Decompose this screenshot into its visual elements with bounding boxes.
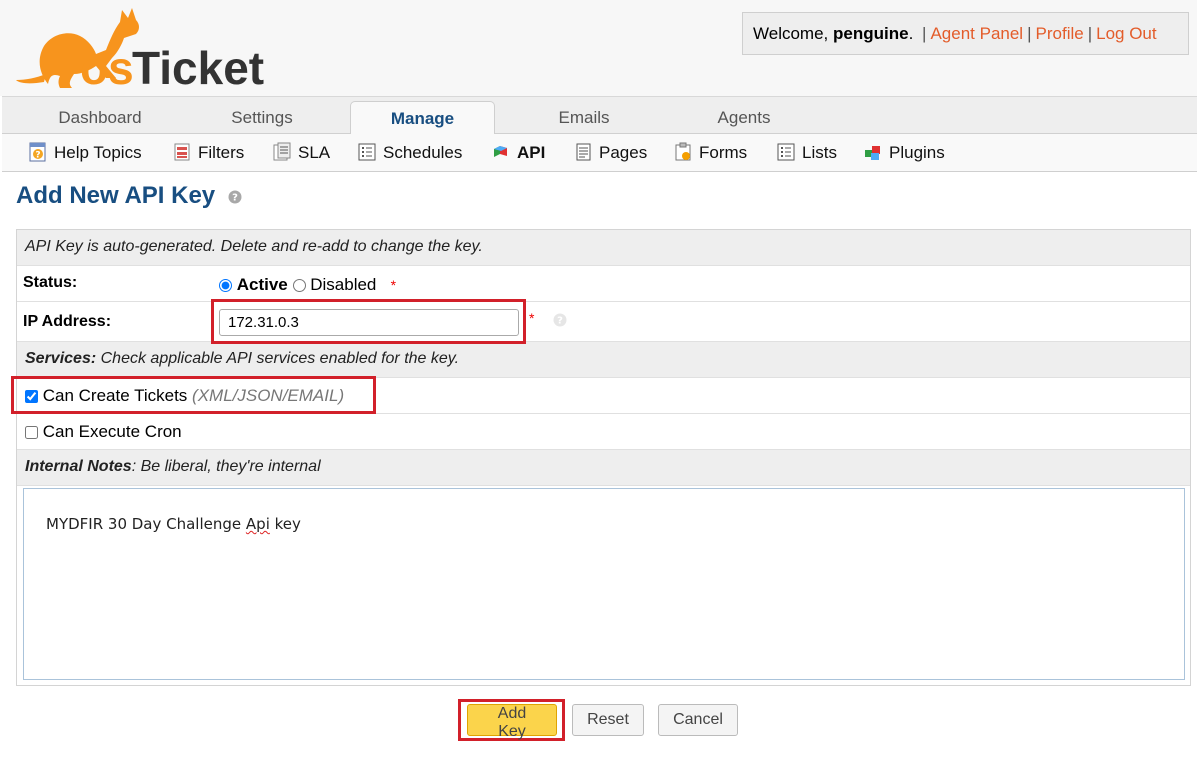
welcome-box: Welcome, penguine. | Agent Panel | Profile |… <box>742 12 1189 55</box>
subnav-sla[interactable]: SLA <box>272 134 330 172</box>
main-nav: Dashboard Settings Manage Emails Agents <box>2 96 1197 136</box>
subnav-label: Plugins <box>889 143 945 162</box>
subnav-label: Forms <box>699 143 748 162</box>
notes-value-misspelled: Api <box>245 515 270 533</box>
subnav-schedules[interactable]: Schedules <box>357 134 462 172</box>
create-tickets-highlight-box <box>11 376 376 414</box>
ip-label: IP Address: <box>23 313 112 330</box>
username: penguine <box>833 24 909 43</box>
tab-emails[interactable]: Emails <box>514 97 654 135</box>
svg-text:?: ? <box>557 316 563 327</box>
notes-value-text-end: key <box>269 515 301 533</box>
subnav-label: Help Topics <box>54 143 142 162</box>
add-key-button[interactable]: Add Key <box>467 704 557 740</box>
status-options: Active Disabled * <box>219 275 396 295</box>
status-disabled-label: Disabled <box>310 275 377 294</box>
separator: | <box>1027 24 1032 43</box>
plugins-icon <box>865 146 880 160</box>
auto-generated-notice: API Key is auto-generated. Delete and re… <box>17 230 1190 266</box>
separator: | <box>922 24 927 43</box>
subnav-pages[interactable]: Pages <box>573 134 647 172</box>
can-execute-cron-checkbox[interactable] <box>25 426 38 439</box>
ip-row: IP Address: * ? <box>17 302 1190 342</box>
subnav-label: Schedules <box>383 143 463 162</box>
logo-ticket-text: Ticket <box>132 42 264 92</box>
subnav-api[interactable]: API <box>491 134 545 172</box>
subnav-label: Filters <box>198 143 245 162</box>
subnav-filters[interactable]: Filters <box>172 134 244 172</box>
lists-icon <box>777 143 795 161</box>
sub-nav: ? Help Topics Filters SLA Schedules API P… <box>2 134 1197 172</box>
logout-link[interactable]: Log Out <box>1096 24 1157 43</box>
services-text: Check applicable API services enabled fo… <box>96 350 460 367</box>
subnav-forms[interactable]: Forms <box>673 134 747 172</box>
tab-settings[interactable]: Settings <box>192 97 332 135</box>
subnav-lists[interactable]: Lists <box>776 134 837 172</box>
notes-text: : Be liberal, they're internal <box>131 458 321 475</box>
services-heading: Services: <box>25 350 97 367</box>
profile-link[interactable]: Profile <box>1036 24 1084 43</box>
internal-notes-textarea[interactable]: MYDFIR 30 Day Challenge Api key <box>23 488 1185 680</box>
required-mark: * <box>390 277 397 293</box>
help-topics-icon: ? <box>29 142 46 162</box>
status-row: Status: Active Disabled * <box>17 266 1190 302</box>
subnav-help-topics[interactable]: ? Help Topics <box>28 134 142 172</box>
help-icon[interactable]: ? <box>553 313 567 327</box>
svg-text:?: ? <box>35 151 40 161</box>
svg-text:?: ? <box>232 193 238 204</box>
schedules-icon <box>358 143 376 161</box>
sla-icon <box>273 142 291 161</box>
services-header: Services: Check applicable API services … <box>17 342 1190 378</box>
can-execute-cron-option: Can Execute Cron <box>25 422 182 442</box>
tab-manage[interactable]: Manage <box>350 101 495 136</box>
subnav-label: Pages <box>599 143 648 162</box>
logo-os-text: os <box>80 42 134 92</box>
reset-button[interactable]: Reset <box>572 704 644 736</box>
api-icon <box>494 146 507 157</box>
help-icon[interactable]: ? <box>228 190 242 204</box>
can-execute-cron-row: Can Execute Cron <box>17 414 1190 450</box>
api-key-form: API Key is auto-generated. Delete and re… <box>16 229 1191 686</box>
internal-notes-header: Internal Notes: Be liberal, they're inte… <box>17 450 1190 486</box>
filters-icon <box>174 143 190 161</box>
subnav-label: SLA <box>298 143 331 162</box>
forms-icon <box>675 142 691 161</box>
tab-dashboard[interactable]: Dashboard <box>30 97 170 135</box>
notes-value-text: MYDFIR 30 Day Challenge <box>46 515 246 533</box>
page-title: Add New API Key <box>16 182 216 209</box>
ip-highlight-box <box>211 299 526 344</box>
status-active-radio[interactable] <box>219 279 232 292</box>
subnav-plugins[interactable]: Plugins <box>863 134 945 172</box>
cancel-button[interactable]: Cancel <box>658 704 738 736</box>
agent-panel-link[interactable]: Agent Panel <box>930 24 1023 43</box>
subnav-label: Lists <box>802 143 837 162</box>
welcome-suffix: . <box>908 24 914 43</box>
pages-icon <box>576 143 591 161</box>
required-mark: * <box>529 310 535 326</box>
header: os Ticket Welcome, penguine. | Agent Pane… <box>0 0 1197 96</box>
tab-agents[interactable]: Agents <box>674 97 814 135</box>
status-active-label: Active <box>236 275 288 294</box>
welcome-prefix: Welcome, <box>753 24 829 43</box>
status-disabled-radio[interactable] <box>292 279 306 292</box>
status-label: Status: <box>23 274 78 291</box>
separator: | <box>1087 24 1093 43</box>
osticket-logo[interactable]: os Ticket <box>10 4 270 92</box>
subnav-label: API <box>517 143 546 162</box>
can-execute-cron-label: Can Execute Cron <box>42 422 182 441</box>
notes-heading: Internal Notes <box>25 458 132 475</box>
